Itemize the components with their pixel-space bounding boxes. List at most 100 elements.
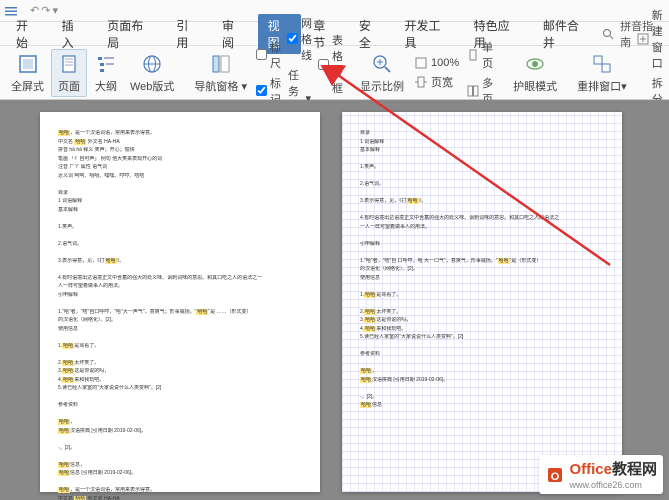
doc-line [58, 181, 302, 189]
rearrange-button[interactable]: 重排窗口▾ [572, 50, 632, 96]
doc-line: 笔画 「亻自可声」 例句 他大笑来表现开心的词 [58, 156, 302, 164]
page-2[interactable]: 目录1 词语解释基本解释 1.笑声。 2.语气词。 3.表示得意，见，《打哈哈》… [342, 112, 622, 492]
doc-line: 的汉语化（网络化）。[2]。 [58, 317, 302, 325]
menu-review[interactable]: 审阅 [212, 14, 256, 54]
doc-line [360, 249, 604, 257]
doc-line: 一人一样可望着做事人的用法。 [360, 224, 604, 232]
single-page-button[interactable]: 单页 [464, 38, 498, 72]
outline-icon [94, 52, 118, 76]
doc-line: 1."哈"者，"咭"自 口呼哼，哈 大一口气"，意爽气，形事威扬。"哈哈"是（形… [360, 258, 604, 266]
doc-line: 中文名 哈哈 外文名 HA-HA [58, 139, 302, 147]
doc-line [360, 283, 604, 291]
doc-line [360, 190, 604, 198]
zoom-button[interactable]: 显示比例 [355, 50, 409, 96]
doc-line: 3.哈哈这是你说的吗， [58, 368, 302, 376]
search-icon[interactable] [602, 28, 614, 40]
eye-icon [523, 52, 547, 76]
office-logo-icon: O [545, 465, 565, 485]
ruler-check[interactable]: 标尺 [254, 38, 283, 72]
doc-line: 基本解释 [58, 207, 302, 215]
doc-line: 4.哈哈来和我玩吧。 [58, 377, 302, 385]
menu-security[interactable]: 安全 [349, 14, 393, 54]
doc-line [360, 360, 604, 368]
zoom-100-button[interactable]: 100% [411, 55, 462, 71]
doc-line [58, 266, 302, 274]
nav-pane-button[interactable]: 导航窗格 ▾ [189, 50, 252, 96]
doc-line [58, 232, 302, 240]
doc-line: 基本解释 [360, 147, 604, 155]
menu-dev-tools[interactable]: 开发工具 [394, 14, 461, 54]
web-view-button[interactable]: Web版式 [125, 50, 179, 96]
menu-page-layout[interactable]: 页面布局 [97, 14, 164, 54]
document-workspace[interactable]: 哈哈，是一个汉语词语，常用来表示得意。中文名 哈哈 外文名 HA-HA拼音 hā… [0, 100, 669, 500]
doc-line: 哈哈， [58, 419, 302, 427]
page-layout-presets: 单页 多页 [464, 38, 498, 108]
doc-line: 参考资料 [360, 351, 604, 359]
gridlines-check[interactable]: 网格线 [285, 14, 314, 64]
doc-line: 人一样可望着做事人的用法。 [58, 283, 302, 291]
doc-line: 3.表示得意，见，《打哈哈》。 [58, 258, 302, 266]
doc-line [58, 215, 302, 223]
doc-line: 哈哈， [360, 368, 604, 376]
doc-line [360, 232, 604, 240]
outline-button[interactable]: 大纲 [89, 50, 123, 96]
doc-line: 1.哈哈是骂看了。 [360, 292, 604, 300]
single-page-icon [467, 48, 479, 62]
doc-line: 1."哈"者，"咭"自口呼哼，"哈"大一声气"，意爽气；形事威扬。"哈哈"是 …… [58, 309, 302, 317]
markup-checkbox[interactable] [256, 85, 267, 96]
doc-line: 1 词语解释 [360, 139, 604, 147]
doc-line [58, 249, 302, 257]
menu-insert[interactable]: 插入 [52, 14, 96, 54]
doc-line: 3.表示得意，见，《打哈哈》。 [360, 198, 604, 206]
page-view-button[interactable]: 页面 [51, 49, 87, 97]
doc-line [360, 300, 604, 308]
ribbon-toolbar: 全屏式 页面 大纲 Web版式 导航窗格 ▾ 标尺 标记 网格线 任务窗格 ▾ … [0, 46, 669, 100]
doc-line: 哈哈，是一个汉语词语，常用来表示得意。 [58, 130, 302, 138]
menu-start[interactable]: 开始 [6, 14, 50, 54]
gridlines-checkbox[interactable] [287, 33, 298, 44]
multi-page-icon [467, 84, 479, 98]
fullscreen-button[interactable]: 全屏式 [6, 50, 49, 96]
zoom-icon [370, 52, 394, 76]
doc-line: 哈哈信息 [360, 402, 604, 410]
doc-line: 3.哈哈这是你说的吗， [360, 317, 604, 325]
doc-line: 引申解释 [360, 241, 604, 249]
doc-line: 目录 [58, 190, 302, 198]
doc-line [58, 300, 302, 308]
doc-line [58, 479, 302, 487]
doc-line: 参考资料 [58, 402, 302, 410]
doc-line: 拼音 hā hā 释义 笑声；开心；愉快 [58, 147, 302, 155]
page-width-icon [414, 75, 428, 89]
doc-line [58, 436, 302, 444]
svg-text:O: O [551, 471, 560, 483]
new-window-button[interactable]: 新建窗口 [634, 6, 669, 72]
doc-line: 2.语气词。 [58, 241, 302, 249]
doc-line: 使用信息 [360, 275, 604, 283]
doc-line: 1.笑声。 [360, 164, 604, 172]
doc-line: 哈哈信息， [58, 462, 302, 470]
ruler-checkbox[interactable] [256, 49, 267, 60]
menu-references[interactable]: 引用 [166, 14, 210, 54]
menu-mail-merge[interactable]: 邮件合并 [533, 14, 600, 54]
doc-line: 目录 [360, 130, 604, 138]
eye-mode-button[interactable]: 护眼模式 [508, 50, 562, 96]
doc-line: 1.笑声。 [58, 224, 302, 232]
page-1[interactable]: 哈哈，是一个汉语词语，常用来表示得意。中文名 哈哈 外文名 HA-HA拼音 hā… [40, 112, 320, 492]
doc-line [360, 156, 604, 164]
watermark-text: Office教程网 www.office26.com [569, 458, 657, 491]
doc-line: 4.哈哈来和我玩吧。 [360, 326, 604, 334]
doc-line: 哈哈信息 [引用日期 2019-02-06]。 [58, 470, 302, 478]
doc-line [58, 351, 302, 359]
doc-line: 1.哈哈是骂看了。 [58, 343, 302, 351]
doc-line: 中文名 哈哈 外文名 HA-HA [58, 496, 302, 500]
page-width-button[interactable]: 页宽 [411, 73, 462, 91]
doc-line: 5.读已经人家室的"大家说说什么人类变啊"。[2] [58, 385, 302, 393]
doc-line: 哈哈，是一个汉语词语，常用来表示得意。 [58, 487, 302, 495]
doc-line: 5.读已经人家室的"大家说说什么人类变啊"。[2] [360, 334, 604, 342]
doc-line [360, 207, 604, 215]
doc-line [360, 385, 604, 393]
table-grid-check[interactable]: 表格虚框 [316, 31, 345, 97]
doc-line: 2.哈哈太坏笑了。 [360, 309, 604, 317]
rearrange-icon [590, 52, 614, 76]
table-grid-checkbox[interactable] [318, 59, 329, 70]
